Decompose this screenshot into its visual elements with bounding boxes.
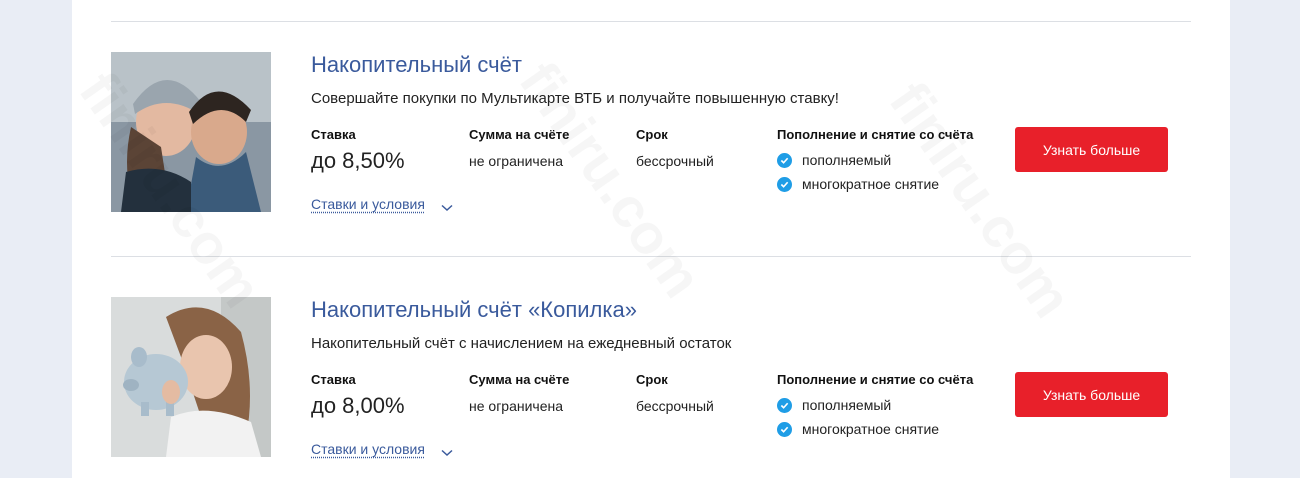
chevron-down-icon[interactable]: [441, 199, 453, 217]
rate-value: до 8,00%: [311, 393, 405, 418]
divider: [111, 21, 1191, 22]
feature-item: многократное снятие: [777, 421, 939, 437]
rate-label: Ставка: [311, 127, 356, 142]
term-value: бессрочный: [636, 153, 714, 169]
rate-label: Ставка: [311, 372, 356, 387]
feature-item: пополняемый: [777, 152, 891, 168]
product-photo-couple: [111, 52, 271, 212]
term-label: Срок: [636, 127, 668, 142]
product-photo-woman-piggybank: [111, 297, 271, 457]
product-title: Накопительный счёт: [311, 52, 522, 77]
feature-item: пополняемый: [777, 397, 891, 413]
check-icon: [777, 152, 792, 168]
product-card-kopilka: Накопительный счёт «Копилка» Накопительн…: [111, 297, 1191, 467]
feature-label: пополняемый: [802, 152, 892, 168]
learn-more-button[interactable]: Узнать больше: [1015, 127, 1168, 172]
learn-more-button[interactable]: Узнать больше: [1015, 372, 1168, 417]
product-card-savings: Накопительный счёт Совершайте покупки по…: [111, 52, 1191, 222]
term-value: бессрочный: [636, 398, 714, 414]
product-description: Накопительный счёт с начислением на ежед…: [311, 335, 732, 352]
product-title: Накопительный счёт «Копилка»: [311, 297, 637, 322]
sum-value: не ограничена: [469, 153, 564, 169]
feature-label: многократное снятие: [802, 421, 940, 437]
rate-value: до 8,50%: [311, 148, 405, 173]
sum-label: Сумма на счёте: [469, 372, 570, 387]
terms-link[interactable]: Ставки и условия: [311, 196, 425, 212]
divider: [111, 256, 1191, 257]
feature-label: многократное снятие: [802, 176, 940, 192]
feature-item: многократное снятие: [777, 176, 939, 192]
check-icon: [777, 421, 792, 437]
sum-value: не ограничена: [469, 398, 564, 414]
feature-label: пополняемый: [802, 397, 892, 413]
product-description: Совершайте покупки по Мультикарте ВТБ и …: [311, 90, 839, 107]
sum-label: Сумма на счёте: [469, 127, 570, 142]
replenish-label: Пополнение и снятие со счёта: [777, 372, 974, 387]
term-label: Срок: [636, 372, 668, 387]
check-icon: [777, 397, 792, 413]
replenish-label: Пополнение и снятие со счёта: [777, 127, 974, 142]
check-icon: [777, 176, 792, 192]
terms-link[interactable]: Ставки и условия: [311, 441, 425, 457]
chevron-down-icon[interactable]: [441, 444, 453, 462]
